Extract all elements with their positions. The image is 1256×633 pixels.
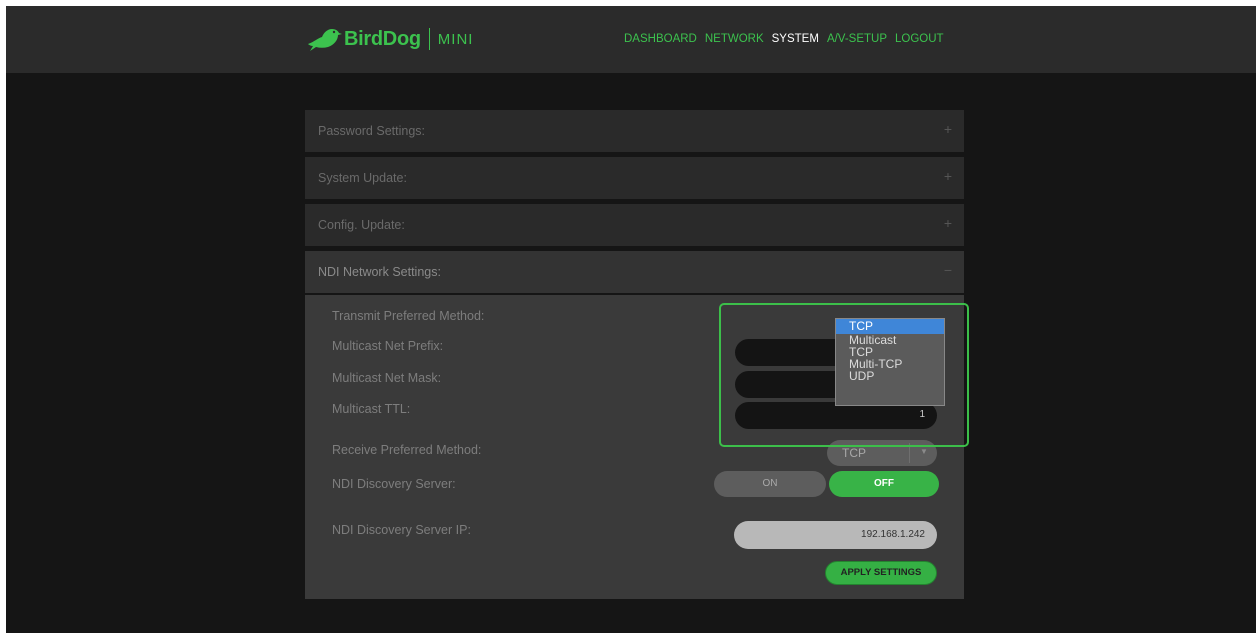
main-nav: DASHBOARD NETWORK SYSTEM A/V-SETUP LOGOU… bbox=[624, 33, 944, 45]
nav-dashboard[interactable]: DASHBOARD bbox=[624, 33, 697, 45]
brand-logo[interactable]: BirdDog MINI bbox=[306, 24, 473, 54]
apply-settings-button[interactable]: APPLY SETTINGS bbox=[825, 561, 937, 585]
nav-system[interactable]: SYSTEM bbox=[772, 33, 819, 45]
dropdown-option-udp[interactable]: UDP bbox=[836, 370, 944, 382]
dropdown-option-tcp-selected[interactable]: TCP bbox=[836, 319, 944, 334]
accordion-config-update[interactable]: Config. Update: + bbox=[305, 204, 964, 246]
accordion-title: Password Settings: bbox=[318, 124, 425, 138]
accordion-password-settings[interactable]: Password Settings: + bbox=[305, 110, 964, 152]
discovery-off-button[interactable]: OFF bbox=[829, 471, 939, 497]
expand-plus-icon[interactable]: + bbox=[944, 168, 952, 184]
top-navigation-bar: BirdDog MINI DASHBOARD NETWORK SYSTEM A/… bbox=[6, 6, 1256, 73]
multicast-mask-label: Multicast Net Mask: bbox=[332, 371, 442, 385]
multicast-ttl-label: Multicast TTL: bbox=[332, 402, 411, 416]
discovery-on-button[interactable]: ON bbox=[714, 471, 826, 497]
receive-method-value: TCP bbox=[842, 446, 866, 460]
receive-method-label: Receive Preferred Method: bbox=[332, 443, 482, 457]
expand-plus-icon[interactable]: + bbox=[944, 121, 952, 137]
discovery-ip-input[interactable]: 192.168.1.242 bbox=[734, 521, 937, 549]
collapse-minus-icon[interactable]: − bbox=[944, 262, 952, 278]
nav-network[interactable]: NETWORK bbox=[705, 33, 764, 45]
settings-accordion: Password Settings: + System Update: + Co… bbox=[305, 110, 964, 293]
nav-logout[interactable]: LOGOUT bbox=[895, 33, 944, 45]
accordion-title: Config. Update: bbox=[318, 218, 405, 232]
product-name: MINI bbox=[437, 30, 474, 48]
discovery-ip-label: NDI Discovery Server IP: bbox=[332, 523, 471, 537]
accordion-system-update[interactable]: System Update: + bbox=[305, 157, 964, 199]
accordion-title: NDI Network Settings: bbox=[318, 265, 441, 279]
chevron-down-icon: ▼ bbox=[920, 447, 928, 456]
transmit-method-label: Transmit Preferred Method: bbox=[332, 309, 485, 323]
brand-name: BirdDog bbox=[344, 27, 421, 50]
accordion-ndi-network-settings[interactable]: NDI Network Settings: − bbox=[305, 251, 964, 293]
accordion-title: System Update: bbox=[318, 171, 407, 185]
app-window: BirdDog MINI DASHBOARD NETWORK SYSTEM A/… bbox=[6, 6, 1256, 633]
discovery-ip-value: 192.168.1.242 bbox=[861, 529, 925, 540]
multicast-prefix-label: Multicast Net Prefix: bbox=[332, 339, 444, 353]
discovery-server-label: NDI Discovery Server: bbox=[332, 477, 456, 491]
expand-plus-icon[interactable]: + bbox=[944, 215, 952, 231]
transmit-method-dropdown[interactable]: TCP Multicast TCP Multi-TCP UDP bbox=[835, 318, 945, 406]
brand-divider bbox=[428, 28, 430, 50]
nav-av-setup[interactable]: A/V-SETUP bbox=[827, 33, 887, 45]
bird-logo-icon bbox=[308, 29, 342, 51]
